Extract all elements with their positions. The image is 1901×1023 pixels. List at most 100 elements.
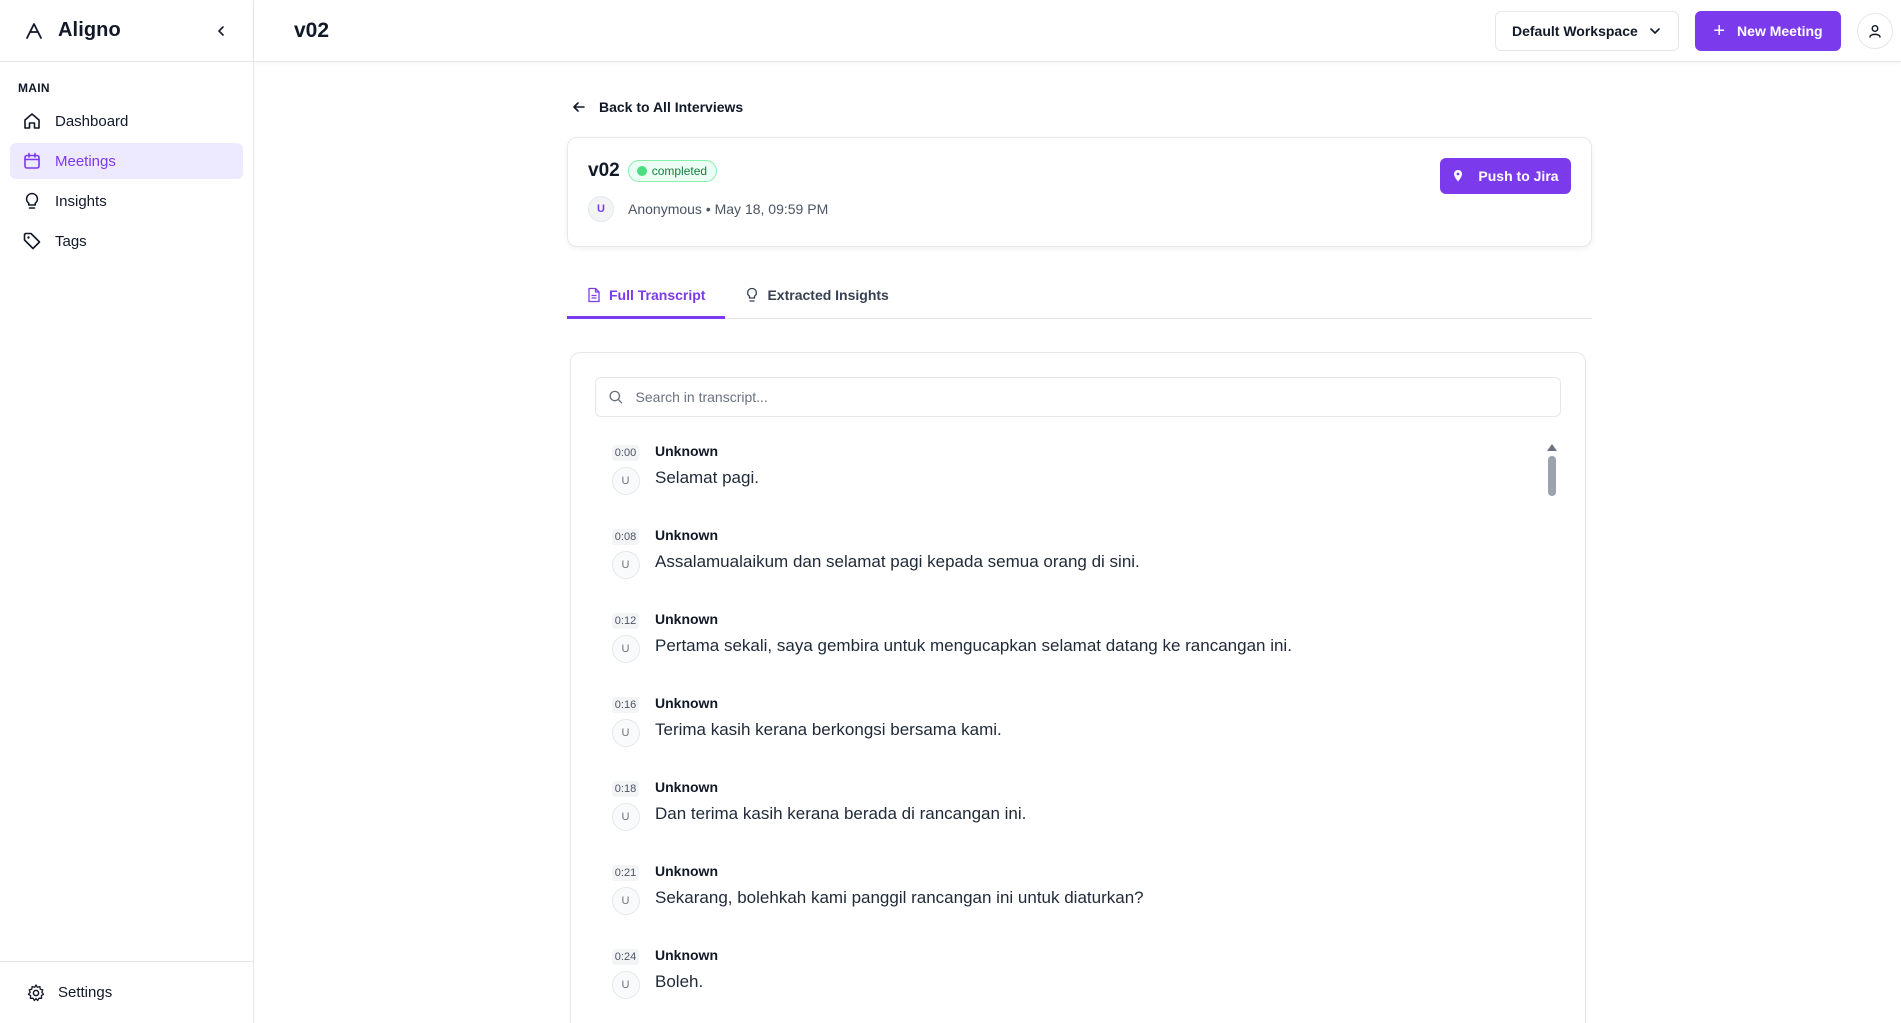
settings-label: Settings	[58, 984, 113, 1001]
map-pin-icon	[1454, 170, 1463, 182]
push-to-jira-label: Push to Jira	[1478, 168, 1559, 184]
transcript-search[interactable]	[595, 377, 1561, 417]
transcript-entry: 0:18 U Unknown Dan terima kasih kerana b…	[571, 777, 1585, 861]
sidebar-item-dashboard[interactable]: Dashboard	[10, 103, 243, 139]
new-meeting-button[interactable]: + New Meeting	[1695, 10, 1841, 51]
speaker-name: Unknown	[655, 443, 718, 459]
transcript-entry: 0:24 U Unknown Boleh.	[571, 945, 1585, 1023]
new-meeting-label: New Meeting	[1737, 22, 1823, 39]
meeting-title-row: v02 completed	[588, 160, 1571, 182]
back-to-interviews-link[interactable]: Back to All Interviews	[567, 99, 1592, 115]
document-icon	[588, 287, 600, 302]
main-content: Back to All Interviews v02 completed U A…	[567, 62, 1592, 1023]
transcript-list: 0:00 U Unknown Selamat pagi. 0:08 U Unkn…	[571, 441, 1585, 1023]
timestamp[interactable]: 0:08	[611, 529, 640, 545]
speaker-avatar: U	[611, 971, 640, 999]
transcript-entry: 0:21 U Unknown Sekarang, bolehkah kami p…	[571, 861, 1585, 945]
status-badge-label: completed	[651, 164, 708, 178]
status-badge: completed	[627, 160, 718, 182]
brand-bar: Aligno	[0, 0, 253, 62]
timestamp[interactable]: 0:16	[611, 697, 640, 713]
speaker-name: Unknown	[655, 947, 718, 963]
utterance-text: Pertama sekali, saya gembira untuk mengu…	[655, 636, 1292, 655]
entry-meta: 0:18 U	[608, 777, 643, 861]
status-dot-icon	[636, 166, 647, 176]
timestamp[interactable]: 0:24	[611, 949, 640, 965]
entry-body: Unknown Assalamualaikum dan selamat pagi…	[655, 525, 1140, 609]
sidebar-item-label: Insights	[55, 192, 107, 210]
scroll-up-arrow-icon[interactable]	[1547, 444, 1557, 451]
gear-icon	[27, 983, 45, 1001]
transcript-panel: 0:00 U Unknown Selamat pagi. 0:08 U Unkn…	[570, 352, 1586, 1023]
calendar-icon	[24, 152, 40, 169]
plus-icon: +	[1713, 19, 1726, 42]
user-menu-button[interactable]	[1857, 12, 1893, 49]
entry-body: Unknown Dan terima kasih kerana berada d…	[655, 777, 1026, 861]
sidebar-item-label: Tags	[55, 232, 87, 250]
sidebar-item-insights[interactable]: Insights	[10, 183, 243, 219]
entry-body: Unknown Pertama sekali, saya gembira unt…	[655, 609, 1292, 693]
settings-button[interactable]: Settings	[0, 961, 254, 1023]
entry-body: Unknown Terima kasih kerana berkongsi be…	[655, 693, 1002, 777]
collapse-sidebar-button[interactable]	[211, 21, 231, 41]
timestamp[interactable]: 0:00	[611, 445, 640, 461]
user-icon	[1869, 24, 1881, 38]
page-title: v02	[294, 18, 330, 42]
sidebar-item-tags[interactable]: Tags	[10, 223, 243, 259]
entry-body: Unknown Selamat pagi.	[655, 441, 759, 525]
speaker-avatar: U	[611, 551, 640, 579]
speaker-avatar: U	[611, 887, 640, 915]
transcript-entry: 0:16 U Unknown Terima kasih kerana berko…	[571, 693, 1585, 777]
workspace-select[interactable]: Default Workspace	[1495, 10, 1679, 51]
tab-label: Full Transcript	[609, 286, 706, 303]
sidebar: Aligno MAIN Dashboard Meetings Insights …	[0, 0, 254, 1023]
back-link-label: Back to All Interviews	[599, 99, 744, 115]
speaker-avatar: U	[611, 467, 640, 495]
meeting-title: v02	[588, 160, 620, 181]
timestamp[interactable]: 0:21	[611, 865, 640, 881]
search-icon	[609, 390, 623, 404]
utterance-text: Boleh.	[655, 972, 704, 991]
speaker-avatar: U	[611, 719, 640, 747]
meeting-summary-card: v02 completed U Anonymous • May 18, 09:5…	[567, 137, 1592, 247]
transcript-entry: 0:08 U Unknown Assalamualaikum dan selam…	[571, 525, 1585, 609]
meeting-meta: U Anonymous • May 18, 09:59 PM	[588, 196, 1571, 222]
aligno-logo-icon	[26, 22, 42, 39]
tab-extracted-insights[interactable]: Extracted Insights	[725, 271, 908, 318]
meeting-meta-text: Anonymous • May 18, 09:59 PM	[628, 201, 829, 217]
sidebar-nav: Dashboard Meetings Insights Tags	[0, 103, 253, 259]
search-input[interactable]	[635, 389, 1548, 405]
arrow-left-icon	[573, 102, 585, 112]
tab-label: Extracted Insights	[767, 286, 889, 303]
sidebar-section-label: MAIN	[18, 81, 50, 95]
chevron-down-icon	[1650, 27, 1660, 34]
tab-bar: Full Transcript Extracted Insights	[567, 271, 1592, 319]
workspace-select-value: Default Workspace	[1512, 22, 1638, 39]
entry-meta: 0:12 U	[608, 609, 643, 693]
speaker-name: Unknown	[655, 695, 718, 711]
speaker-avatar: U	[611, 635, 640, 663]
lightbulb-icon	[747, 287, 758, 302]
push-to-jira-button[interactable]: Push to Jira	[1440, 158, 1571, 194]
home-icon	[24, 113, 40, 129]
entry-body: Unknown Sekarang, bolehkah kami panggil …	[655, 861, 1144, 945]
entry-body: Unknown Boleh.	[655, 945, 718, 1023]
utterance-text: Selamat pagi.	[655, 468, 759, 487]
sidebar-item-label: Meetings	[55, 152, 116, 170]
app-name: Aligno	[58, 19, 121, 41]
avatar: U	[588, 196, 614, 222]
transcript-entry: 0:00 U Unknown Selamat pagi.	[571, 441, 1585, 525]
timestamp[interactable]: 0:18	[611, 781, 640, 797]
utterance-text: Dan terima kasih kerana berada di rancan…	[655, 804, 1027, 823]
entry-meta: 0:16 U	[608, 693, 643, 777]
entry-meta: 0:21 U	[608, 861, 643, 945]
tab-full-transcript[interactable]: Full Transcript	[567, 271, 726, 319]
sidebar-item-meetings[interactable]: Meetings	[10, 143, 243, 179]
timestamp[interactable]: 0:12	[611, 613, 640, 629]
sidebar-item-label: Dashboard	[55, 112, 129, 130]
entry-meta: 0:08 U	[608, 525, 643, 609]
lightbulb-icon	[25, 192, 39, 209]
speaker-name: Unknown	[655, 863, 718, 879]
speaker-name: Unknown	[655, 779, 718, 795]
scrollbar-thumb[interactable]	[1548, 456, 1556, 496]
